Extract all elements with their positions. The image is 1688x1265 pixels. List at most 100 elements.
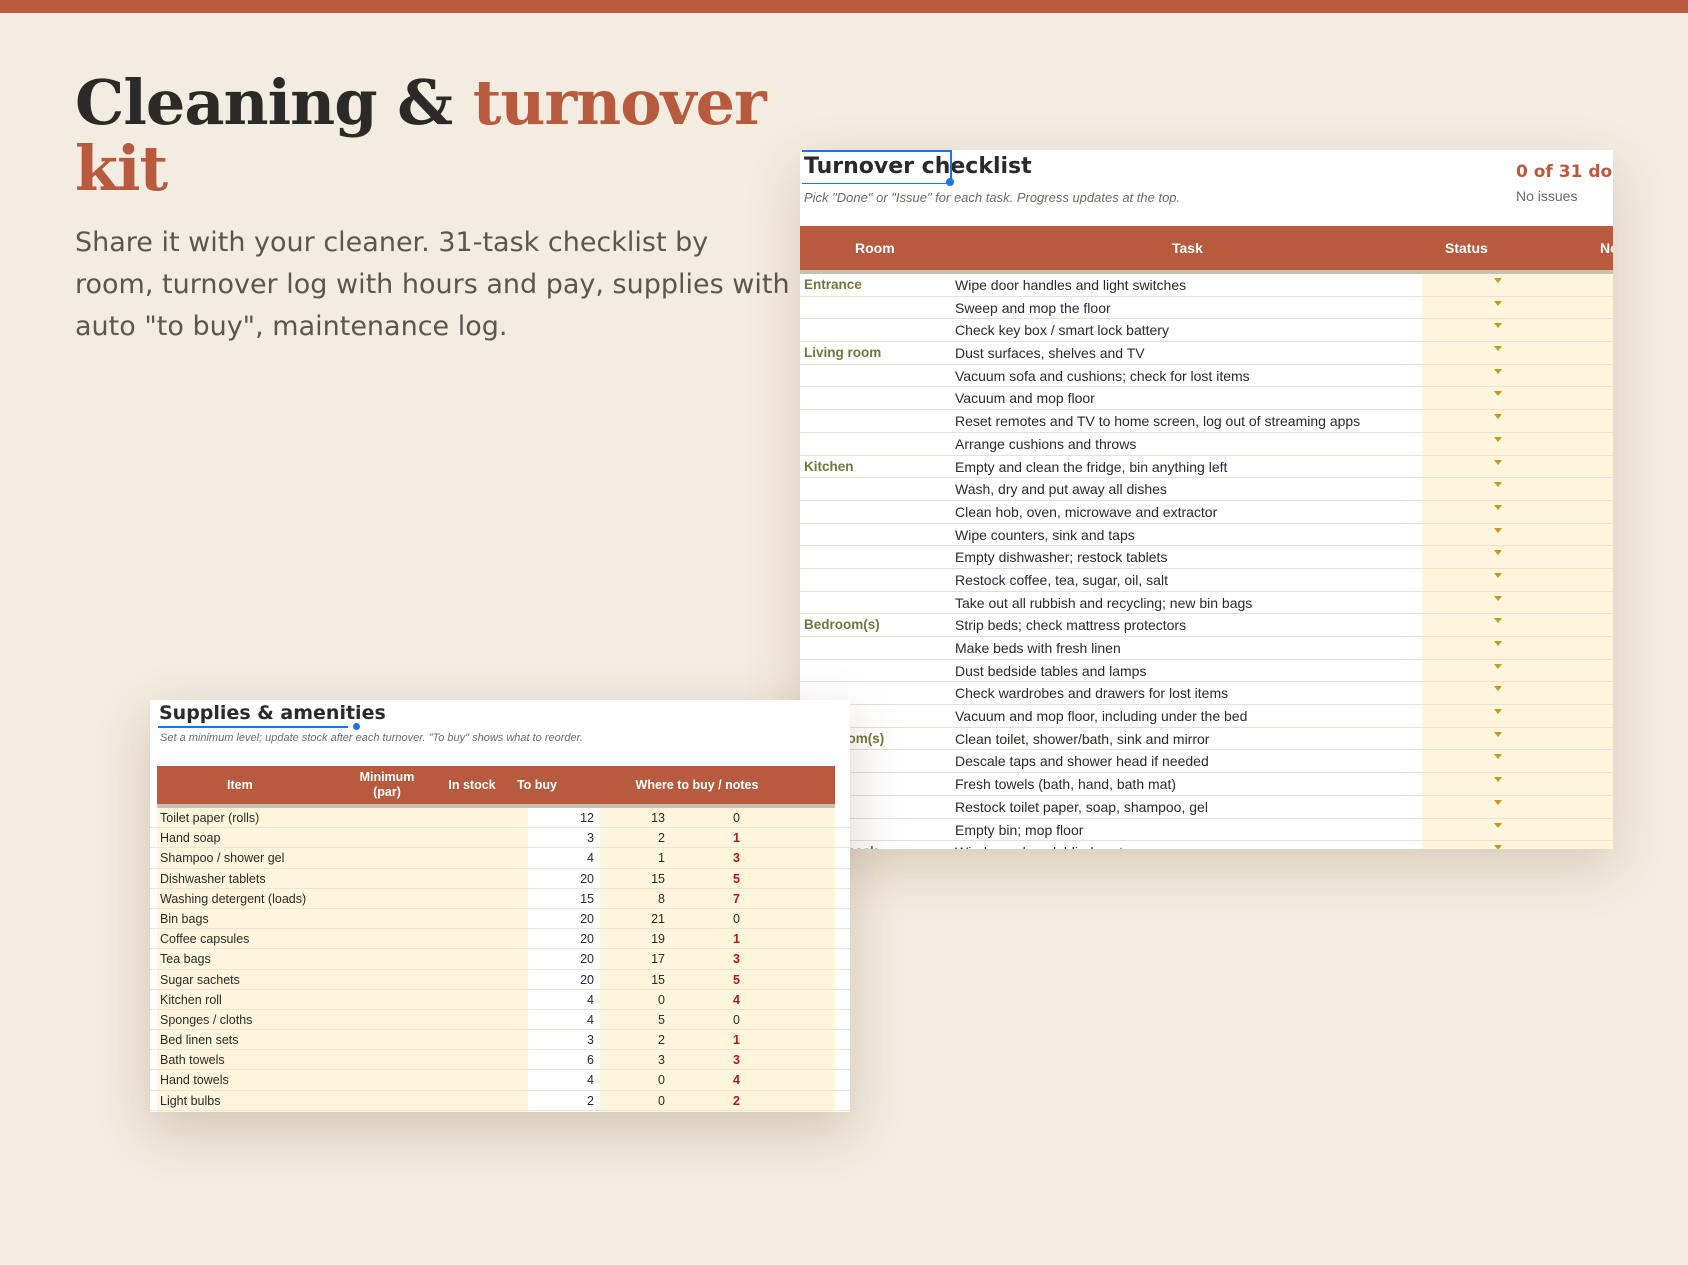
- room-cell[interactable]: Kitchen: [804, 459, 854, 474]
- task-cell[interactable]: Take out all rubbish and recycling; new …: [955, 595, 1252, 611]
- task-cell[interactable]: Windows closed, blinds set: [955, 844, 1123, 849]
- supplies-title[interactable]: Supplies & amenities: [159, 702, 386, 724]
- chevron-down-icon[interactable]: [1494, 323, 1502, 329]
- col-header-status[interactable]: Status: [1445, 240, 1488, 256]
- room-cell[interactable]: Living room: [804, 345, 881, 360]
- status-dropdown-cell[interactable]: [1422, 818, 1613, 841]
- chevron-down-icon[interactable]: [1494, 641, 1502, 646]
- status-dropdown-cell[interactable]: [1422, 682, 1613, 705]
- task-cell[interactable]: Wash, dry and put away all dishes: [955, 481, 1167, 497]
- col-header-room[interactable]: Room: [855, 240, 895, 256]
- task-cell[interactable]: Empty dishwasher; restock tablets: [955, 549, 1167, 565]
- task-cell[interactable]: Reset remotes and TV to home screen, log…: [955, 413, 1360, 429]
- task-cell[interactable]: Sweep and mop the floor: [955, 300, 1111, 316]
- item-cell[interactable]: Kitchen roll: [160, 993, 222, 1007]
- status-dropdown-cell[interactable]: [1422, 727, 1613, 750]
- status-dropdown-cell[interactable]: [1422, 478, 1613, 500]
- task-cell[interactable]: Check wardrobes and drawers for lost ite…: [955, 685, 1228, 701]
- chevron-down-icon[interactable]: [1494, 572, 1502, 578]
- status-dropdown-cell[interactable]: [1422, 432, 1613, 455]
- task-cell[interactable]: Clean hob, oven, microwave and extractor: [955, 504, 1217, 520]
- chevron-down-icon[interactable]: [1494, 663, 1502, 669]
- chevron-down-icon[interactable]: [1494, 346, 1502, 352]
- status-dropdown-cell[interactable]: [1422, 455, 1613, 478]
- chevron-down-icon[interactable]: [1494, 459, 1502, 465]
- chevron-down-icon[interactable]: [1494, 527, 1502, 533]
- col-header-item[interactable]: Item: [227, 778, 253, 792]
- chevron-down-icon[interactable]: [1494, 595, 1502, 601]
- chevron-down-icon[interactable]: [1494, 550, 1502, 556]
- item-cell[interactable]: Washing detergent (loads): [160, 892, 306, 906]
- status-dropdown-cell[interactable]: [1422, 342, 1613, 364]
- item-cell[interactable]: Sugar sachets: [160, 973, 240, 987]
- status-dropdown-cell[interactable]: [1422, 319, 1613, 342]
- chevron-down-icon[interactable]: [1494, 391, 1502, 397]
- status-dropdown-cell[interactable]: [1422, 387, 1613, 410]
- status-dropdown-cell[interactable]: [1422, 841, 1613, 849]
- task-cell[interactable]: Restock toilet paper, soap, shampoo, gel: [955, 799, 1208, 815]
- status-dropdown-cell[interactable]: [1422, 795, 1613, 818]
- room-cell[interactable]: Bedroom(s): [804, 617, 880, 632]
- chevron-down-icon[interactable]: [1494, 709, 1502, 715]
- chevron-down-icon[interactable]: [1494, 482, 1502, 488]
- status-dropdown-cell[interactable]: [1422, 750, 1613, 773]
- status-dropdown-cell[interactable]: [1422, 364, 1613, 387]
- item-cell[interactable]: Tea bags: [160, 952, 211, 966]
- task-cell[interactable]: Wipe door handles and light switches: [955, 277, 1186, 293]
- item-cell[interactable]: Dishwasher tablets: [160, 872, 266, 886]
- status-dropdown-cell[interactable]: [1422, 274, 1613, 296]
- chevron-down-icon[interactable]: [1494, 436, 1502, 442]
- item-cell[interactable]: Bath towels: [160, 1053, 225, 1067]
- status-dropdown-cell[interactable]: [1422, 500, 1613, 523]
- chevron-down-icon[interactable]: [1494, 799, 1502, 805]
- status-dropdown-cell[interactable]: [1422, 523, 1613, 546]
- chevron-down-icon[interactable]: [1494, 754, 1502, 760]
- item-cell[interactable]: Sponges / cloths: [160, 1013, 252, 1027]
- col-header-task[interactable]: Task: [1172, 240, 1203, 256]
- item-cell[interactable]: Hand towels: [160, 1073, 229, 1087]
- status-dropdown-cell[interactable]: [1422, 591, 1613, 614]
- task-cell[interactable]: Vacuum sofa and cushions; check for lost…: [955, 368, 1250, 384]
- status-dropdown-cell[interactable]: [1422, 296, 1613, 319]
- item-cell[interactable]: Bed linen sets: [160, 1033, 239, 1047]
- chevron-down-icon[interactable]: [1494, 414, 1502, 420]
- task-cell[interactable]: Fresh towels (bath, hand, bath mat): [955, 776, 1176, 792]
- task-cell[interactable]: Dust bedside tables and lamps: [955, 663, 1146, 679]
- item-cell[interactable]: Bin bags: [160, 912, 209, 926]
- task-cell[interactable]: Empty bin; mop floor: [955, 822, 1083, 838]
- chevron-down-icon[interactable]: [1494, 777, 1502, 783]
- task-cell[interactable]: Restock coffee, tea, sugar, oil, salt: [955, 572, 1168, 588]
- status-dropdown-cell[interactable]: [1422, 705, 1613, 727]
- chevron-down-icon[interactable]: [1494, 504, 1502, 510]
- item-cell[interactable]: Light bulbs: [160, 1094, 220, 1108]
- task-cell[interactable]: Check key box / smart lock battery: [955, 322, 1169, 338]
- col-header-to-buy[interactable]: To buy: [497, 778, 577, 792]
- task-cell[interactable]: Descale taps and shower head if needed: [955, 753, 1209, 769]
- status-dropdown-cell[interactable]: [1422, 773, 1613, 795]
- status-dropdown-cell[interactable]: [1422, 546, 1613, 568]
- item-cell[interactable]: Coffee capsules: [160, 932, 249, 946]
- chevron-down-icon[interactable]: [1494, 300, 1502, 306]
- status-dropdown-cell[interactable]: [1422, 410, 1613, 432]
- status-dropdown-cell[interactable]: [1422, 637, 1613, 659]
- selection-handle[interactable]: [946, 178, 954, 186]
- task-cell[interactable]: Empty and clean the fridge, bin anything…: [955, 459, 1227, 475]
- col-header-notes[interactable]: Where to buy / notes: [607, 778, 787, 792]
- item-cell[interactable]: Shampoo / shower gel: [160, 851, 284, 865]
- item-cell[interactable]: Toilet paper (rolls): [160, 811, 259, 825]
- task-cell[interactable]: Strip beds; check mattress protectors: [955, 617, 1186, 633]
- task-cell[interactable]: Vacuum and mop floor, including under th…: [955, 708, 1247, 724]
- task-cell[interactable]: Vacuum and mop floor: [955, 390, 1095, 406]
- selection-handle[interactable]: [353, 723, 360, 730]
- task-cell[interactable]: Dust surfaces, shelves and TV: [955, 345, 1145, 361]
- col-header-notes[interactable]: Notes: [1600, 240, 1613, 256]
- chevron-down-icon[interactable]: [1494, 731, 1502, 737]
- status-dropdown-cell[interactable]: [1422, 568, 1613, 591]
- item-cell[interactable]: Hand soap: [160, 831, 220, 845]
- chevron-down-icon[interactable]: [1494, 686, 1502, 692]
- chevron-down-icon[interactable]: [1494, 845, 1502, 849]
- chevron-down-icon[interactable]: [1494, 368, 1502, 374]
- task-cell[interactable]: Clean toilet, shower/bath, sink and mirr…: [955, 731, 1209, 747]
- task-cell[interactable]: Arrange cushions and throws: [955, 436, 1136, 452]
- col-header-minimum[interactable]: Minimum (par): [347, 770, 427, 800]
